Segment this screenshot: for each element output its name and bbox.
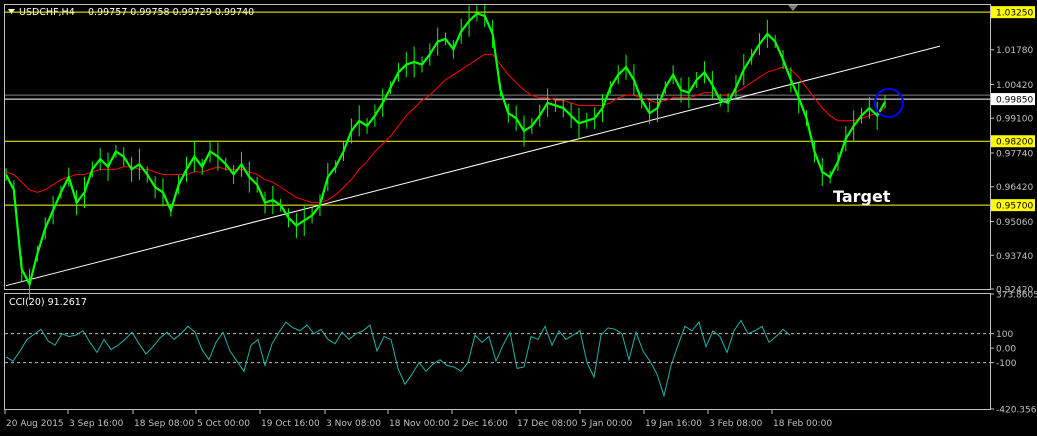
- price-tick-label: 0.99100: [996, 115, 1033, 125]
- cci-tick-label: 373.8605: [996, 291, 1037, 301]
- chart-background: [0, 0, 1037, 436]
- time-tick-label: 20 Aug 2015: [6, 419, 64, 429]
- time-tick-label: 18 Nov 00:00: [389, 419, 450, 429]
- cci-tick-label: -420.3569: [996, 406, 1037, 416]
- price-tick-label: 1.00420: [996, 81, 1033, 91]
- time-tick-label: 5 Oct 00:00: [197, 419, 250, 429]
- time-tick-label: 19 Oct 16:00: [261, 419, 320, 429]
- level-price-label: 1.03250: [996, 9, 1033, 19]
- level-price-label: 0.99850: [996, 96, 1033, 106]
- cci-title: CCI(20) 91.2617: [9, 297, 87, 308]
- price-tick-label: 0.93740: [996, 252, 1033, 262]
- price-tick-label: 1.01780: [996, 46, 1033, 56]
- time-tick-label: 3 Sep 16:00: [69, 419, 124, 429]
- target-label: Target: [833, 187, 891, 206]
- level-price-label: 0.98200: [996, 138, 1033, 148]
- cci-tick-label: 0.00: [996, 345, 1016, 355]
- time-tick-label: 2 Dec 16:00: [453, 419, 508, 429]
- cci-tick-label: -100: [996, 359, 1017, 369]
- cci-tick-label: 100: [996, 330, 1013, 340]
- chart-window[interactable]: USDCHF,H4 0.99757 0.99758 0.99729 0.9974…: [0, 0, 1037, 436]
- price-tick-label: 0.97740: [996, 150, 1033, 160]
- time-tick-label: 5 Jan 00:00: [581, 419, 633, 429]
- time-tick-label: 18 Sep 08:00: [134, 419, 194, 429]
- time-tick-label: 3 Nov 08:00: [326, 419, 381, 429]
- time-tick-label: 3 Feb 08:00: [709, 419, 763, 429]
- price-axis: 1.03250 1.01780 1.00420 0.99850 0.99100 0.982…: [990, 6, 1035, 296]
- price-tick-label: 0.96420: [996, 183, 1033, 193]
- price-tick-label: 0.95060: [996, 218, 1033, 228]
- time-tick-label: 19 Jan 16:00: [645, 419, 702, 429]
- level-price-label: 0.95700: [996, 202, 1033, 212]
- time-tick-label: 17 Dec 08:00: [517, 419, 578, 429]
- time-tick-label: 18 Feb 00:00: [773, 419, 832, 429]
